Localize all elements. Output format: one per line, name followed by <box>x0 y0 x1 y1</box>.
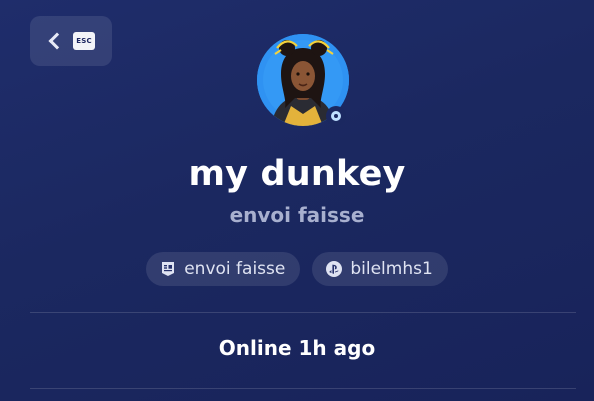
account-subtitle: envoi faisse <box>229 203 365 227</box>
divider <box>30 388 576 389</box>
linked-account-epic: envoi faisse <box>146 252 301 286</box>
back-button[interactable]: ESC <box>30 16 112 66</box>
linked-account-playstation: bilelmhs1 <box>312 252 448 286</box>
esc-key-icon: ESC <box>73 32 95 50</box>
presence-status-icon <box>326 106 346 126</box>
chevron-left-icon <box>48 32 66 50</box>
linked-accounts: envoi faisse bilelmhs1 <box>0 252 594 286</box>
presence-status: Online 1h ago <box>218 336 376 360</box>
epic-games-icon <box>160 261 176 277</box>
playstation-icon <box>326 261 343 277</box>
linked-account-name: bilelmhs1 <box>350 259 433 279</box>
avatar <box>257 34 349 126</box>
display-name: my dunkey <box>188 154 406 194</box>
divider <box>30 312 576 313</box>
linked-account-name: envoi faisse <box>184 259 286 279</box>
